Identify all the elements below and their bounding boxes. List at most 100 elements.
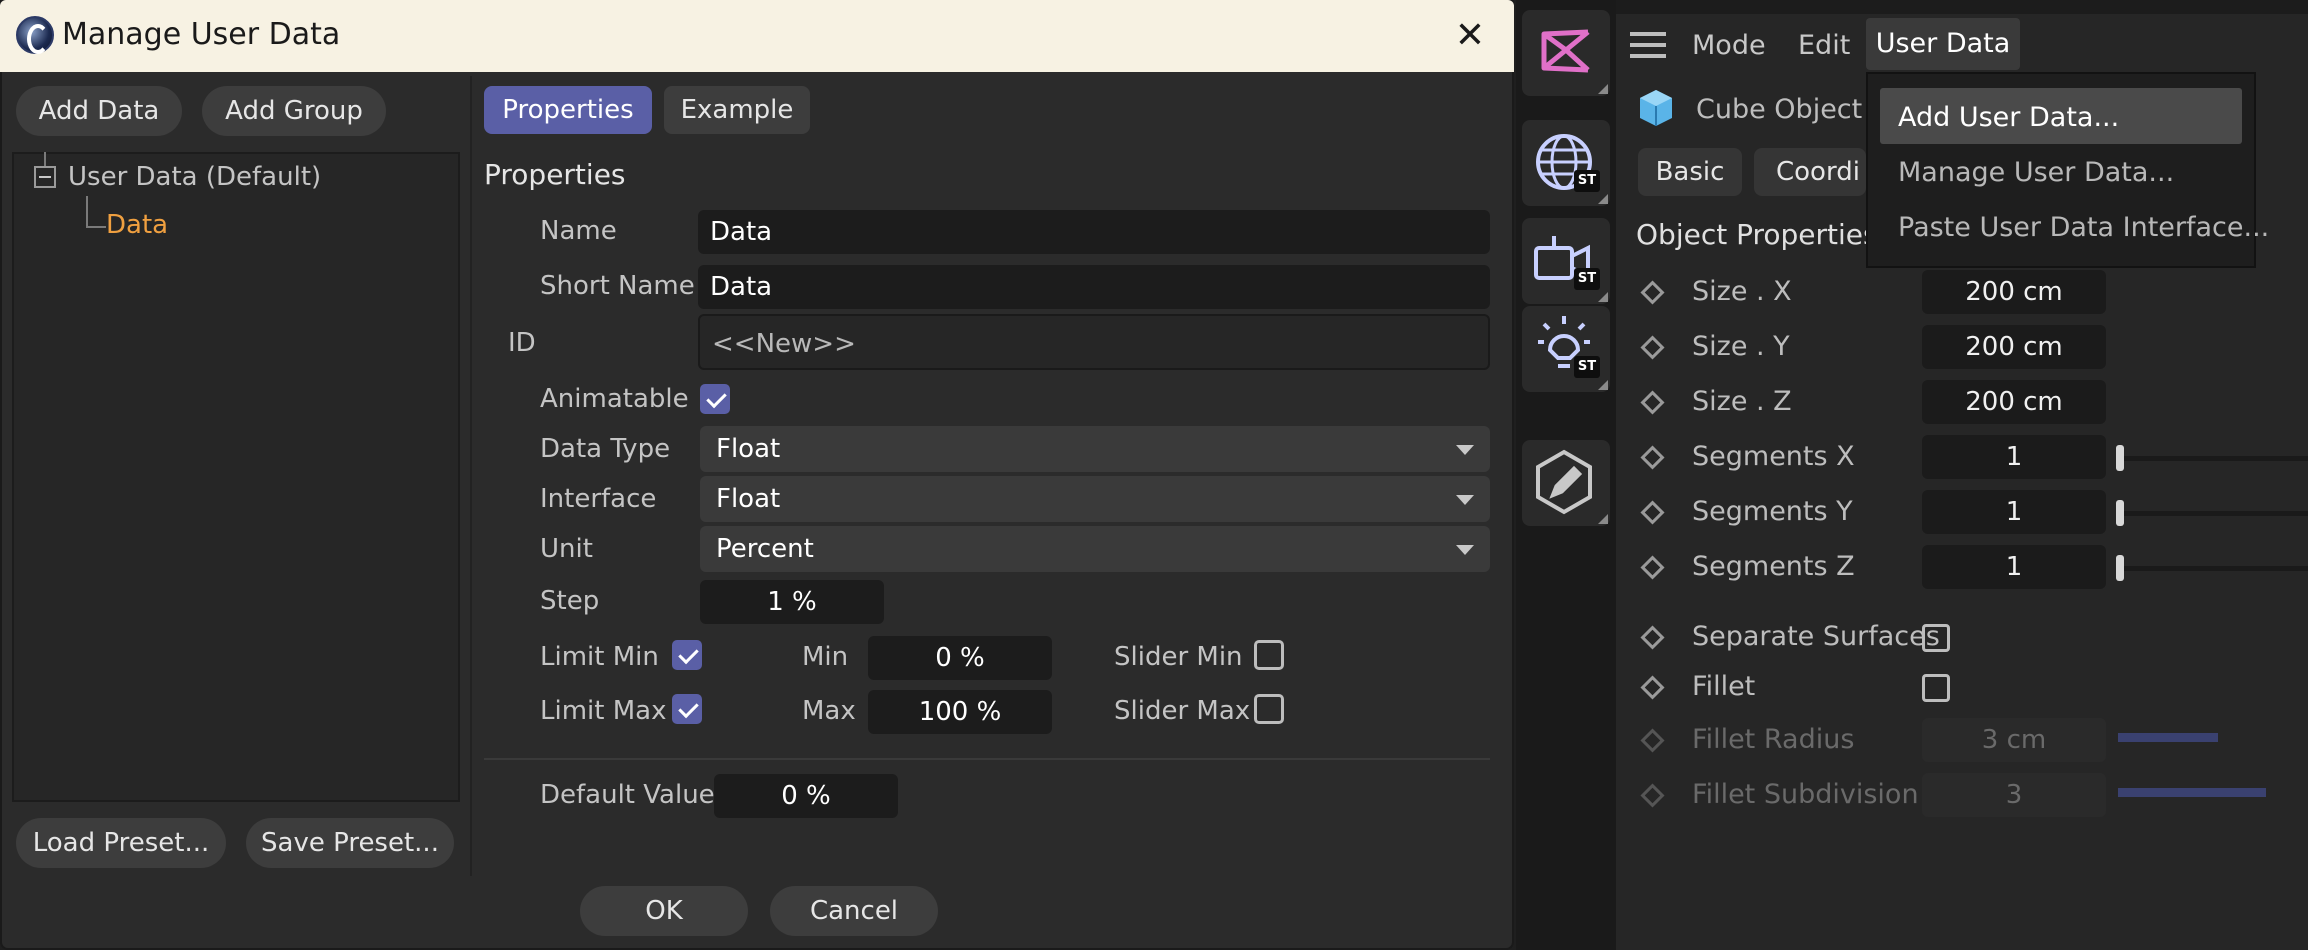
tree-item-user-data-default[interactable]: User Data (Default) <box>68 162 321 192</box>
limit-min-checkbox[interactable] <box>672 640 702 670</box>
cube-icon <box>1640 90 1672 126</box>
cancel-button[interactable]: Cancel <box>770 886 938 936</box>
min-field[interactable]: 0 % <box>868 636 1052 680</box>
segments-z-slider[interactable] <box>2118 566 2308 571</box>
tree-collapse-icon[interactable] <box>34 166 56 188</box>
tab-properties[interactable]: Properties <box>484 86 652 134</box>
user-data-tree[interactable] <box>12 152 460 802</box>
data-type-label: Data Type <box>540 434 671 464</box>
globe-tool-button[interactable]: ST <box>1522 120 1610 206</box>
submenu-triangle-icon <box>1598 194 1608 204</box>
tab-coordinates[interactable]: Coordi <box>1754 148 1866 196</box>
camera-st-icon <box>1534 236 1590 280</box>
st-badge: ST <box>1574 356 1600 378</box>
load-preset-button[interactable]: Load Preset... <box>16 818 226 868</box>
object-properties-title: Object Properties <box>1636 218 1878 251</box>
separate-surfaces-checkbox[interactable] <box>1922 624 1950 652</box>
size-y-field[interactable]: 200 cm <box>1922 325 2106 369</box>
step-field[interactable]: 1 % <box>700 580 884 624</box>
limit-max-checkbox[interactable] <box>672 694 702 724</box>
segments-x-slider[interactable] <box>2118 456 2308 461</box>
slider-handle[interactable] <box>2116 500 2124 526</box>
limit-min-label: Limit Min <box>540 642 659 672</box>
segments-z-field[interactable]: 1 <box>1922 545 2106 589</box>
slider-max-label: Slider Max <box>1114 696 1251 726</box>
segments-x-label: Segments X <box>1692 441 1855 472</box>
tab-example[interactable]: Example <box>664 86 810 134</box>
fillet-radius-label: Fillet Radius <box>1692 724 1855 755</box>
dialog-title: Manage User Data <box>62 17 341 52</box>
user-data-dropdown-menu: Add User Data... Manage User Data... Pas… <box>1866 72 2269 268</box>
brand-tool-button[interactable] <box>1522 10 1610 96</box>
hamburger-menu-icon[interactable] <box>1630 32 1666 60</box>
size-x-field[interactable]: 200 cm <box>1922 270 2106 314</box>
slider-handle[interactable] <box>2116 445 2124 471</box>
unit-label: Unit <box>540 534 593 564</box>
menu-item-paste-user-data-interface[interactable]: Paste User Data Interface... <box>1898 212 2269 243</box>
name-field[interactable]: Data <box>698 210 1490 254</box>
segments-x-field[interactable]: 1 <box>1922 435 2106 479</box>
segments-y-slider[interactable] <box>2118 511 2308 516</box>
max-field[interactable]: 100 % <box>868 690 1052 734</box>
tree-connector <box>86 196 88 226</box>
dialog-titlebar[interactable]: Manage User Data ✕ <box>0 0 1514 72</box>
chevron-down-icon <box>1456 495 1474 505</box>
slider-min-checkbox[interactable] <box>1254 640 1284 670</box>
section-title: Properties <box>484 158 626 191</box>
cinema4d-logo-icon <box>16 16 54 54</box>
segments-z-label: Segments Z <box>1692 551 1855 582</box>
separate-surfaces-label: Separate Surfaces <box>1692 621 1940 652</box>
ok-button[interactable]: OK <box>580 886 748 936</box>
submenu-triangle-icon <box>1598 514 1608 524</box>
tab-basic[interactable]: Basic <box>1638 148 1742 196</box>
panel-tab-strip <box>1616 0 2308 14</box>
id-label: ID <box>508 328 536 358</box>
segments-y-field[interactable]: 1 <box>1922 490 2106 534</box>
menu-item-manage-user-data[interactable]: Manage User Data... <box>1898 157 2174 188</box>
st-badge: ST <box>1574 170 1600 192</box>
tree-item-data[interactable]: Data <box>106 210 168 240</box>
fillet-subdivision-label: Fillet Subdivision <box>1692 779 1919 810</box>
menu-item-add-user-data[interactable]: Add User Data... <box>1898 102 2119 133</box>
edit-hex-icon <box>1536 449 1592 515</box>
interface-label: Interface <box>540 484 657 514</box>
add-data-button[interactable]: Add Data <box>16 86 182 136</box>
fillet-subdivision-field: 3 <box>1922 773 2106 817</box>
name-label: Name <box>540 216 617 246</box>
segments-y-label: Segments Y <box>1692 496 1853 527</box>
default-value-field[interactable]: 0 % <box>714 774 898 818</box>
animatable-checkbox[interactable] <box>700 384 730 414</box>
short-name-field[interactable]: Data <box>698 265 1490 309</box>
edit-tool-button[interactable] <box>1522 440 1610 526</box>
limit-max-label: Limit Max <box>540 696 667 726</box>
close-icon[interactable]: ✕ <box>1448 14 1492 58</box>
unit-dropdown[interactable]: Percent <box>700 526 1490 572</box>
submenu-triangle-icon <box>1598 380 1608 390</box>
add-group-button[interactable]: Add Group <box>202 86 386 136</box>
camera-tool-button[interactable]: ST <box>1522 218 1610 304</box>
unit-value: Percent <box>716 534 814 564</box>
data-type-value: Float <box>716 434 781 464</box>
slider-max-checkbox[interactable] <box>1254 694 1284 724</box>
interface-dropdown[interactable]: Float <box>700 476 1490 522</box>
save-preset-button[interactable]: Save Preset... <box>246 818 454 868</box>
tree-connector <box>86 226 106 228</box>
menu-user-data[interactable]: User Data <box>1866 18 2020 70</box>
submenu-triangle-icon <box>1598 84 1608 94</box>
id-field[interactable]: <<New>> <box>698 314 1490 370</box>
menu-mode[interactable]: Mode <box>1692 30 1766 61</box>
chevron-down-icon <box>1456 545 1474 555</box>
divider <box>470 76 472 876</box>
short-name-label: Short Name <box>540 271 695 301</box>
size-z-label: Size . Z <box>1692 386 1792 417</box>
light-st-icon <box>1538 316 1590 368</box>
light-tool-button[interactable]: ST <box>1522 306 1610 392</box>
slider-min-label: Slider Min <box>1114 642 1243 672</box>
max-label: Max <box>802 696 856 726</box>
size-z-field[interactable]: 200 cm <box>1922 380 2106 424</box>
data-type-dropdown[interactable]: Float <box>700 426 1490 472</box>
slider-handle[interactable] <box>2116 555 2124 581</box>
fillet-checkbox[interactable] <box>1922 674 1950 702</box>
menu-edit[interactable]: Edit <box>1798 30 1850 61</box>
size-x-label: Size . X <box>1692 276 1792 307</box>
